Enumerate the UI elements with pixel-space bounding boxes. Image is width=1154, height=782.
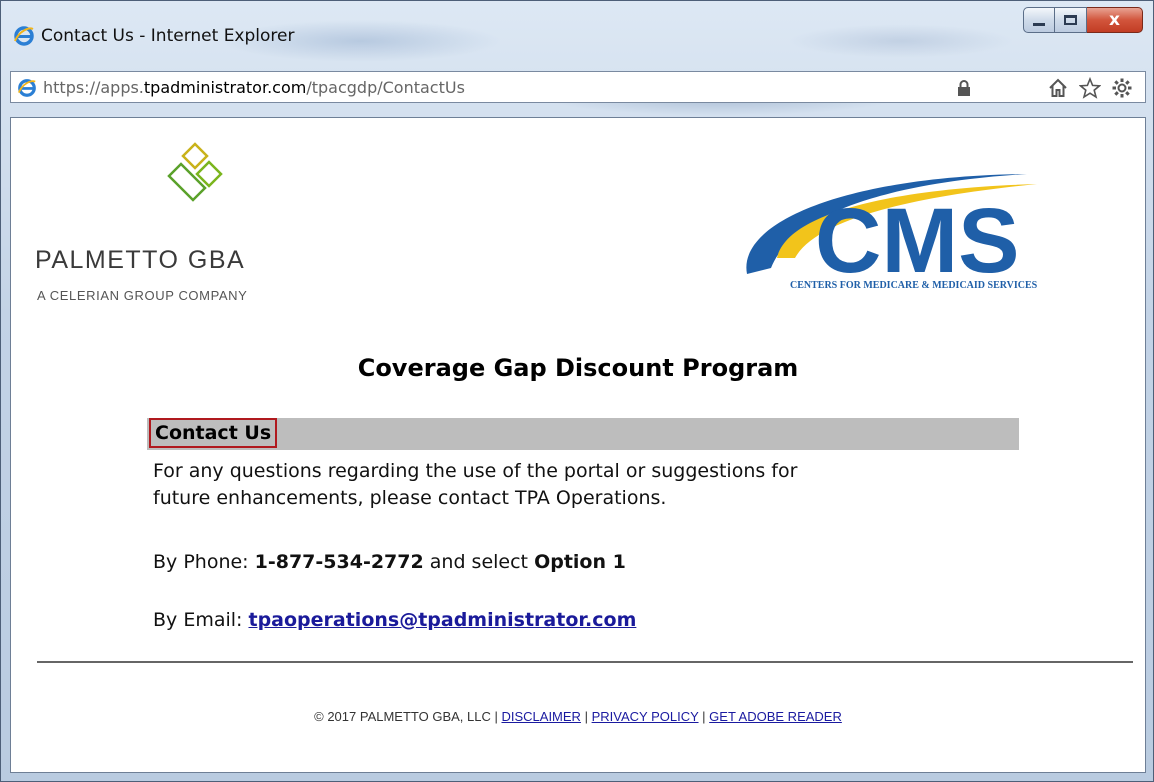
window-controls: x [1023, 7, 1143, 33]
email-link[interactable]: tpaoperations@tpadministrator.com [248, 609, 636, 631]
disclaimer-link[interactable]: DISCLAIMER [501, 709, 580, 724]
privacy-policy-link[interactable]: PRIVACY POLICY [592, 709, 699, 724]
intro-paragraph: For any questions regarding the use of t… [153, 458, 797, 512]
phone-mid-text: and select [429, 551, 529, 573]
maximize-icon [1064, 15, 1077, 25]
palmetto-subtitle: A CELERIAN GROUP COMPANY [37, 288, 248, 303]
phone-line: By Phone: 1-877-534-2772 and select Opti… [153, 549, 626, 576]
cms-logo: CMS CENTERS FOR MEDICARE & MEDICAID SERV… [746, 174, 1038, 292]
title-bar[interactable]: Contact Us - Internet Explorer x [1, 1, 1153, 67]
cms-logo-text: CMS [815, 190, 1019, 292]
url-host: tpadministrator.com [143, 78, 307, 97]
footer-separator: | [584, 709, 588, 724]
address-bar[interactable]: https://apps.tpadministrator.com/tpacgdp… [10, 71, 1146, 103]
email-label: By Email: [153, 609, 243, 631]
minimize-button[interactable] [1023, 7, 1055, 33]
phone-option: Option 1 [534, 551, 626, 573]
url-scheme: https://apps. [43, 78, 144, 97]
palmetto-name: PALMETTO GBA [35, 246, 246, 274]
cms-tagline: CENTERS FOR MEDICARE & MEDICAID SERVICES [790, 280, 1038, 291]
maximize-button[interactable] [1055, 7, 1087, 33]
home-icon[interactable] [1047, 77, 1069, 99]
page-title: Coverage Gap Discount Program [357, 354, 799, 382]
adobe-reader-link[interactable]: GET ADOBE READER [709, 709, 842, 724]
footer-copyright: © 2017 PALMETTO GBA, LLC | [314, 709, 498, 724]
footer-divider [37, 661, 1133, 663]
window-title: Contact Us - Internet Explorer [41, 26, 295, 46]
page-content: PALMETTO GBA A CELERIAN GROUP COMPANY CM… [10, 117, 1146, 773]
browser-window: Contact Us - Internet Explorer x https:/… [0, 0, 1154, 782]
address-url[interactable]: https://apps.tpadministrator.com/tpacgdp… [43, 78, 465, 97]
phone-label: By Phone: [153, 551, 249, 573]
footer-separator: | [702, 709, 706, 724]
email-line: By Email: tpaoperations@tpadministrator.… [153, 607, 636, 634]
favorites-star-icon[interactable] [1079, 77, 1101, 99]
ie-icon [17, 79, 36, 97]
url-path: /tpacgdp/ContactUs [306, 78, 465, 97]
lock-icon[interactable] [957, 80, 971, 96]
close-button[interactable]: x [1087, 7, 1143, 33]
intro-line-2: future enhancements, please contact TPA … [153, 487, 667, 509]
minimize-icon [1033, 22, 1045, 26]
close-icon: x [1109, 10, 1120, 30]
settings-gear-icon[interactable] [1111, 77, 1133, 99]
palmetto-logo-icon [167, 142, 223, 202]
footer: © 2017 PALMETTO GBA, LLC | DISCLAIMER | … [11, 709, 1145, 724]
ie-icon [14, 26, 34, 46]
phone-number: 1-877-534-2772 [254, 551, 424, 573]
intro-line-1: For any questions regarding the use of t… [153, 460, 798, 482]
section-header-bar: Contact Us [147, 418, 1019, 450]
section-heading-contact-us: Contact Us [149, 418, 278, 448]
